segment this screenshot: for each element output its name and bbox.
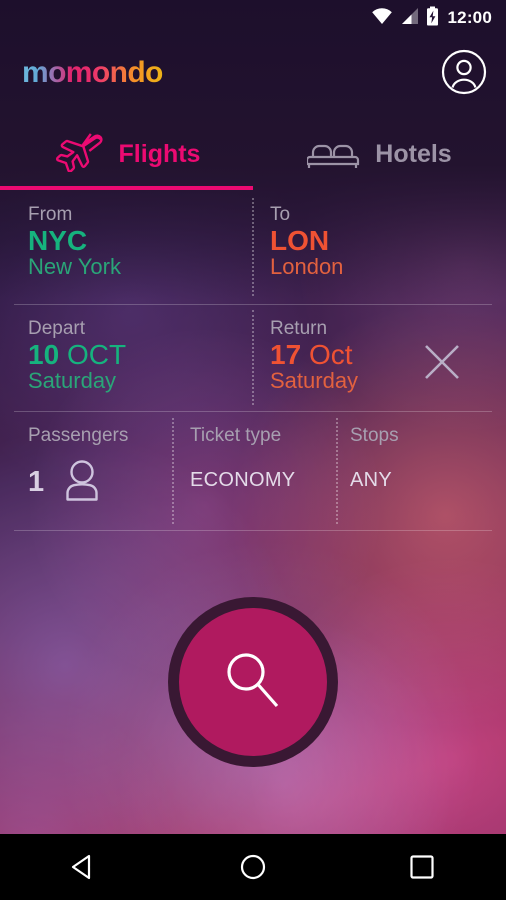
passengers-value-group: 1 — [28, 459, 128, 506]
status-bar: 12:00 — [0, 0, 506, 36]
return-month-text: Oct — [308, 339, 353, 370]
row-divider — [14, 530, 492, 531]
depart-label: Depart — [28, 318, 86, 339]
origin-destination-row: From NYC New York To LON London — [0, 190, 506, 305]
recents-square-icon[interactable] — [392, 837, 452, 897]
battery-charging-icon — [426, 6, 439, 31]
tab-flights-label: Flights — [118, 139, 201, 168]
main-tabs: Flights Hotels — [0, 118, 506, 190]
airplane-icon — [53, 132, 105, 177]
search-button[interactable] — [168, 597, 338, 767]
home-circle-icon[interactable] — [223, 837, 283, 897]
dates-divider — [252, 310, 254, 405]
momondo-logo: momondo — [22, 56, 163, 89]
android-nav-bar — [0, 834, 506, 900]
back-triangle-icon[interactable] — [54, 837, 114, 897]
return-month-space — [301, 339, 309, 370]
options-row: Passengers 1 Ticket type ECONOMY Stops A… — [0, 412, 506, 531]
dates-row: Depart 10 OCT Saturday Return 17 Oct Sat… — [0, 305, 506, 412]
destination-city: London — [270, 254, 344, 280]
return-date: 17 Oct — [270, 340, 358, 369]
return-day: 17 — [270, 339, 302, 370]
app-bar: momondo — [0, 36, 506, 118]
app-screen: 12:00 momondo Flights Hotels From NYC Ne… — [0, 0, 506, 900]
return-weekday: Saturday — [270, 368, 359, 394]
origin-code: NYC — [28, 225, 88, 256]
depart-month — [59, 339, 67, 370]
passengers-field[interactable]: Passengers 1 — [28, 425, 128, 506]
ticket-type-field[interactable]: Ticket type ECONOMY — [190, 425, 295, 492]
return-label: Return — [270, 318, 328, 339]
ticket-type-value: ECONOMY — [190, 469, 296, 491]
flight-search-form: From NYC New York To LON London Depart 1… — [0, 190, 506, 531]
magnifier-icon — [217, 644, 289, 721]
depart-weekday: Saturday — [28, 368, 117, 394]
depart-date-field[interactable]: Depart 10 OCT Saturday — [28, 318, 126, 394]
stops-label: Stops — [350, 425, 399, 446]
depart-date: 10 OCT — [28, 340, 126, 369]
stops-field[interactable]: Stops ANY — [350, 425, 399, 492]
tab-hotels-label: Hotels — [375, 139, 452, 168]
destination-field[interactable]: To LON London — [270, 204, 343, 280]
destination-label: To — [270, 204, 291, 225]
status-clock: 12:00 — [447, 8, 492, 27]
account-circle-icon[interactable] — [440, 48, 488, 96]
passengers-ticket-divider — [172, 418, 174, 524]
tab-hotels[interactable]: Hotels — [253, 118, 506, 190]
stops-value: ANY — [350, 469, 393, 491]
ticket-stops-divider — [336, 418, 338, 524]
origin-label: From — [28, 204, 73, 225]
passengers-label: Passengers — [28, 425, 129, 446]
origin-field[interactable]: From NYC New York — [28, 204, 121, 280]
depart-day: 10 — [28, 339, 60, 370]
destination-code: LON — [270, 225, 330, 256]
cellular-signal-icon — [400, 7, 419, 30]
return-date-field[interactable]: Return 17 Oct Saturday — [270, 318, 358, 394]
ticket-type-label: Ticket type — [190, 425, 282, 446]
origin-city: New York — [28, 254, 121, 280]
bed-icon — [306, 133, 361, 176]
passengers-count: 1 — [28, 466, 45, 498]
tab-flights[interactable]: Flights — [0, 118, 253, 190]
wifi-icon — [371, 7, 393, 30]
origin-destination-divider — [252, 198, 254, 296]
person-icon — [62, 459, 102, 506]
depart-month-text: OCT — [66, 339, 127, 370]
